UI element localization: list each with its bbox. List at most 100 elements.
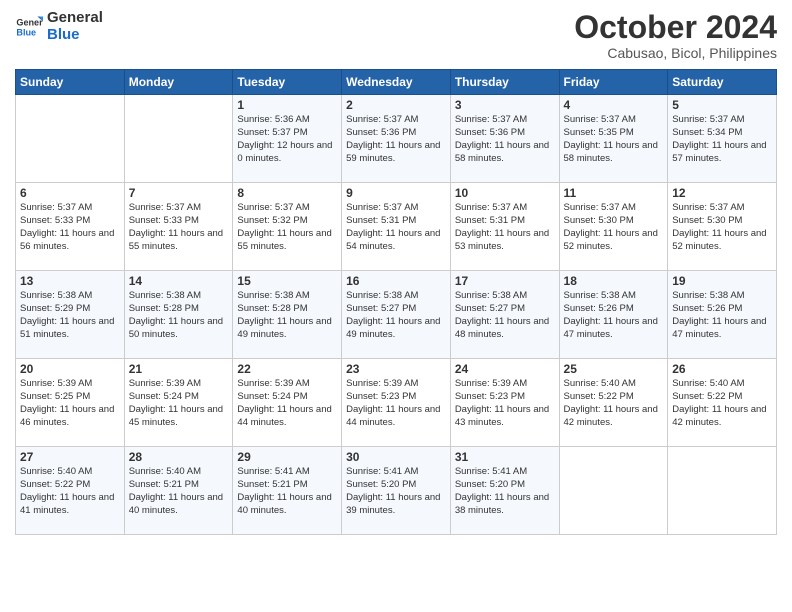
- calendar-cell: [559, 447, 668, 535]
- cell-content: Sunrise: 5:39 AM Sunset: 5:25 PM Dayligh…: [20, 378, 120, 429]
- week-row-5: 27Sunrise: 5:40 AM Sunset: 5:22 PM Dayli…: [16, 447, 777, 535]
- day-number: 2: [346, 98, 446, 112]
- cell-content: Sunrise: 5:38 AM Sunset: 5:29 PM Dayligh…: [20, 290, 120, 341]
- calendar-cell: 7Sunrise: 5:37 AM Sunset: 5:33 PM Daylig…: [124, 183, 233, 271]
- week-row-4: 20 Sunrise: 5:39 AM Sunset: 5:25 PM Dayli…: [16, 359, 777, 447]
- calendar-cell: 11 Sunrise: 5:37 AM Sunset: 5:30 PM Dayli…: [559, 183, 668, 271]
- cell-content: Sunrise: 5:39 AM Sunset: 5:23 PM Dayligh…: [455, 378, 555, 429]
- day-number: 26: [672, 362, 772, 376]
- calendar-cell: [124, 95, 233, 183]
- day-number: 16: [346, 274, 446, 288]
- cell-content: Sunrise: 5:41 AM Sunset: 5:20 PM Dayligh…: [346, 466, 446, 517]
- calendar-cell: 30 Sunrise: 5:41 AM Sunset: 5:20 PM Dayli…: [342, 447, 451, 535]
- cell-content: Sunrise: 5:37 AM Sunset: 5:30 PM Dayligh…: [564, 202, 664, 253]
- calendar-cell: 16 Sunrise: 5:38 AM Sunset: 5:27 PM Dayli…: [342, 271, 451, 359]
- cell-content: Sunrise: 5:41 AM Sunset: 5:21 PM Dayligh…: [237, 466, 337, 517]
- calendar-table: SundayMondayTuesdayWednesdayThursdayFrid…: [15, 69, 777, 535]
- cell-content: Sunrise: 5:39 AM Sunset: 5:24 PM Dayligh…: [129, 378, 229, 429]
- calendar-cell: 28Sunrise: 5:40 AM Sunset: 5:21 PM Dayli…: [124, 447, 233, 535]
- calendar-cell: 14 Sunrise: 5:38 AM Sunset: 5:28 PM Dayli…: [124, 271, 233, 359]
- day-number: 24: [455, 362, 555, 376]
- calendar-cell: 10Sunrise: 5:37 AM Sunset: 5:31 PM Dayli…: [450, 183, 559, 271]
- cell-content: Sunrise: 5:37 AM Sunset: 5:36 PM Dayligh…: [346, 114, 446, 165]
- calendar-cell: 24 Sunrise: 5:39 AM Sunset: 5:23 PM Dayli…: [450, 359, 559, 447]
- logo-general-text: General: [47, 10, 103, 27]
- calendar-cell: 2 Sunrise: 5:37 AM Sunset: 5:36 PM Daylig…: [342, 95, 451, 183]
- calendar-cell: 12 Sunrise: 5:37 AM Sunset: 5:30 PM Dayli…: [668, 183, 777, 271]
- calendar-cell: 3 Sunrise: 5:37 AM Sunset: 5:36 PM Daylig…: [450, 95, 559, 183]
- cell-content: Sunrise: 5:39 AM Sunset: 5:23 PM Dayligh…: [346, 378, 446, 429]
- cell-content: Sunrise: 5:37 AM Sunset: 5:33 PM Dayligh…: [20, 202, 120, 253]
- cell-content: Sunrise: 5:40 AM Sunset: 5:22 PM Dayligh…: [672, 378, 772, 429]
- day-number: 31: [455, 450, 555, 464]
- day-number: 3: [455, 98, 555, 112]
- calendar-cell: 22Sunrise: 5:39 AM Sunset: 5:24 PM Dayli…: [233, 359, 342, 447]
- cell-content: Sunrise: 5:40 AM Sunset: 5:22 PM Dayligh…: [564, 378, 664, 429]
- calendar-cell: 23 Sunrise: 5:39 AM Sunset: 5:23 PM Dayli…: [342, 359, 451, 447]
- day-number: 25: [564, 362, 664, 376]
- day-number: 11: [564, 186, 664, 200]
- day-number: 4: [564, 98, 664, 112]
- cell-content: Sunrise: 5:37 AM Sunset: 5:32 PM Dayligh…: [237, 202, 337, 253]
- header-day-monday: Monday: [124, 70, 233, 95]
- day-number: 14: [129, 274, 229, 288]
- calendar-cell: 13 Sunrise: 5:38 AM Sunset: 5:29 PM Dayli…: [16, 271, 125, 359]
- calendar-cell: 21 Sunrise: 5:39 AM Sunset: 5:24 PM Dayli…: [124, 359, 233, 447]
- calendar-cell: 6 Sunrise: 5:37 AM Sunset: 5:33 PM Daylig…: [16, 183, 125, 271]
- logo-blue-text: Blue: [47, 27, 103, 44]
- calendar-cell: 17Sunrise: 5:38 AM Sunset: 5:27 PM Dayli…: [450, 271, 559, 359]
- calendar-cell: 27Sunrise: 5:40 AM Sunset: 5:22 PM Dayli…: [16, 447, 125, 535]
- cell-content: Sunrise: 5:38 AM Sunset: 5:27 PM Dayligh…: [346, 290, 446, 341]
- cell-content: Sunrise: 5:37 AM Sunset: 5:34 PM Dayligh…: [672, 114, 772, 165]
- calendar-cell: 18 Sunrise: 5:38 AM Sunset: 5:26 PM Dayli…: [559, 271, 668, 359]
- calendar-cell: 31Sunrise: 5:41 AM Sunset: 5:20 PM Dayli…: [450, 447, 559, 535]
- day-number: 6: [20, 186, 120, 200]
- calendar-cell: 20 Sunrise: 5:39 AM Sunset: 5:25 PM Dayli…: [16, 359, 125, 447]
- day-number: 19: [672, 274, 772, 288]
- day-number: 5: [672, 98, 772, 112]
- day-number: 15: [237, 274, 337, 288]
- calendar-cell: 9Sunrise: 5:37 AM Sunset: 5:31 PM Daylig…: [342, 183, 451, 271]
- calendar-cell: 1Sunrise: 5:36 AM Sunset: 5:37 PM Daylig…: [233, 95, 342, 183]
- day-number: 20: [20, 362, 120, 376]
- calendar-cell: 15Sunrise: 5:38 AM Sunset: 5:28 PM Dayli…: [233, 271, 342, 359]
- cell-content: Sunrise: 5:38 AM Sunset: 5:28 PM Dayligh…: [129, 290, 229, 341]
- logo: General Blue General Blue: [15, 10, 103, 43]
- calendar-cell: 26 Sunrise: 5:40 AM Sunset: 5:22 PM Dayli…: [668, 359, 777, 447]
- month-title: October 2024: [574, 10, 777, 45]
- cell-content: Sunrise: 5:37 AM Sunset: 5:31 PM Dayligh…: [455, 202, 555, 253]
- header-day-wednesday: Wednesday: [342, 70, 451, 95]
- day-number: 23: [346, 362, 446, 376]
- svg-text:Blue: Blue: [16, 27, 36, 37]
- day-number: 29: [237, 450, 337, 464]
- svg-text:General: General: [16, 17, 43, 27]
- day-number: 12: [672, 186, 772, 200]
- calendar-cell: 25 Sunrise: 5:40 AM Sunset: 5:22 PM Dayli…: [559, 359, 668, 447]
- day-number: 1: [237, 98, 337, 112]
- header-day-thursday: Thursday: [450, 70, 559, 95]
- week-row-3: 13 Sunrise: 5:38 AM Sunset: 5:29 PM Dayli…: [16, 271, 777, 359]
- day-number: 30: [346, 450, 446, 464]
- day-number: 8: [237, 186, 337, 200]
- cell-content: Sunrise: 5:37 AM Sunset: 5:35 PM Dayligh…: [564, 114, 664, 165]
- calendar-cell: 4 Sunrise: 5:37 AM Sunset: 5:35 PM Daylig…: [559, 95, 668, 183]
- day-number: 13: [20, 274, 120, 288]
- calendar-cell: [16, 95, 125, 183]
- header: General Blue General Blue October 2024 C…: [15, 10, 777, 61]
- week-row-1: 1Sunrise: 5:36 AM Sunset: 5:37 PM Daylig…: [16, 95, 777, 183]
- header-row: SundayMondayTuesdayWednesdayThursdayFrid…: [16, 70, 777, 95]
- header-day-saturday: Saturday: [668, 70, 777, 95]
- cell-content: Sunrise: 5:37 AM Sunset: 5:36 PM Dayligh…: [455, 114, 555, 165]
- day-number: 21: [129, 362, 229, 376]
- page: General Blue General Blue October 2024 C…: [0, 0, 792, 612]
- location: Cabusao, Bicol, Philippines: [574, 45, 777, 61]
- title-block: October 2024 Cabusao, Bicol, Philippines: [574, 10, 777, 61]
- calendar-cell: 19Sunrise: 5:38 AM Sunset: 5:26 PM Dayli…: [668, 271, 777, 359]
- cell-content: Sunrise: 5:38 AM Sunset: 5:27 PM Dayligh…: [455, 290, 555, 341]
- cell-content: Sunrise: 5:38 AM Sunset: 5:26 PM Dayligh…: [564, 290, 664, 341]
- day-number: 28: [129, 450, 229, 464]
- header-day-friday: Friday: [559, 70, 668, 95]
- day-number: 18: [564, 274, 664, 288]
- day-number: 27: [20, 450, 120, 464]
- cell-content: Sunrise: 5:37 AM Sunset: 5:30 PM Dayligh…: [672, 202, 772, 253]
